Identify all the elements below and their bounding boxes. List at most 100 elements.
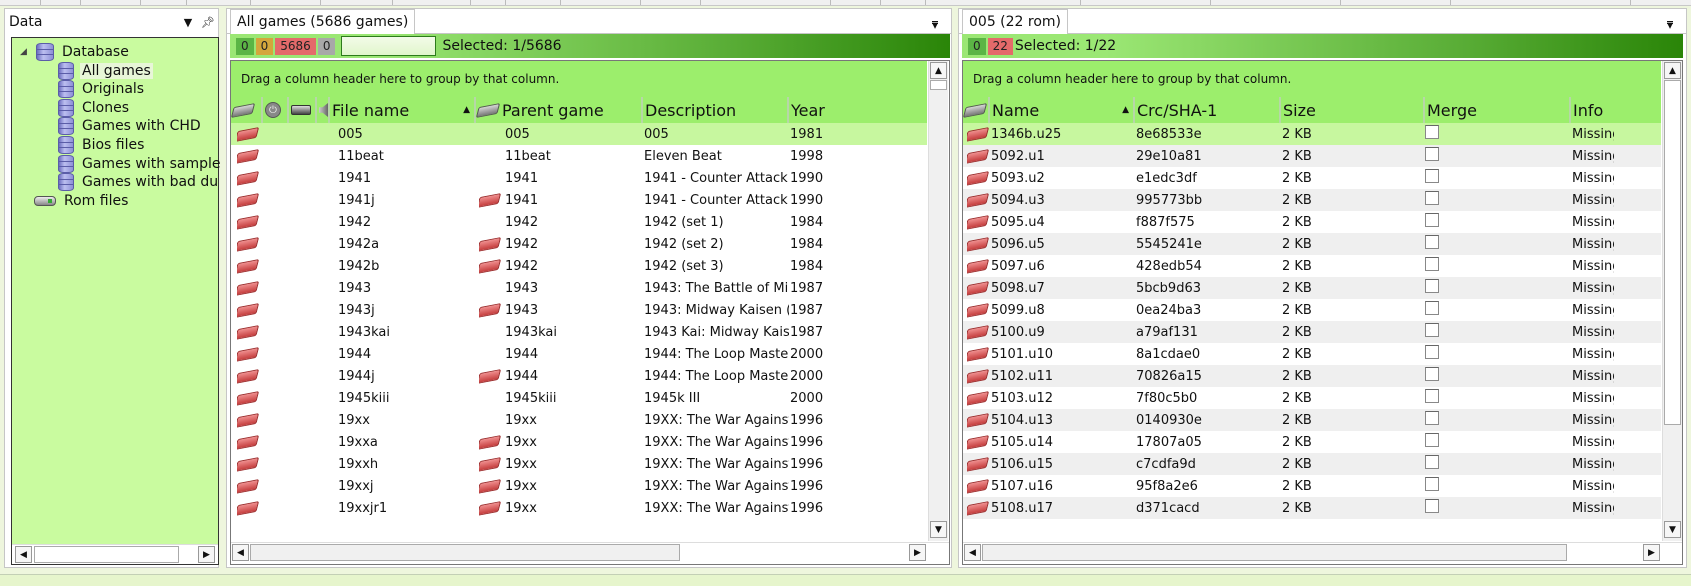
table-row[interactable]: 5094.u3 995773bb 2 KB Missing (963, 189, 1661, 211)
table-row[interactable]: 1943kai 1943kai 1943 Kai: Midway Kaise...1… (231, 321, 927, 343)
merge-checkbox[interactable] (1425, 389, 1439, 403)
column-header[interactable]: Size (1279, 97, 1423, 123)
rom-vscrollbar[interactable]: ▲ ▼ (1662, 61, 1682, 541)
count-badge[interactable]: 22 (987, 37, 1013, 55)
table-row[interactable]: 5097.u6 428edb54 2 KB Missing (963, 255, 1661, 277)
scroll-right-button[interactable]: ▶ (909, 544, 926, 561)
merge-cell[interactable] (1425, 299, 1565, 321)
table-row[interactable]: 5107.u16 95f8a2e6 2 KB Missing (963, 475, 1661, 497)
table-row[interactable]: 5105.u14 17807a05 2 KB Missing (963, 431, 1661, 453)
merge-cell[interactable] (1425, 431, 1565, 453)
merge-checkbox[interactable] (1425, 213, 1439, 227)
scroll-down-button[interactable]: ▼ (930, 521, 947, 538)
count-badge[interactable]: 0 (236, 37, 254, 55)
column-header[interactable]: Description (641, 97, 787, 123)
table-row[interactable]: 5108.u17 d371cacd 2 KB Missing (963, 497, 1661, 519)
count-badge[interactable]: 0 (968, 37, 986, 55)
merge-checkbox[interactable] (1425, 345, 1439, 359)
table-row[interactable]: 1943j 1943 1943: Midway Kaisen (J...1987 (231, 299, 927, 321)
scroll-left-button[interactable]: ◀ (232, 544, 249, 561)
count-badge[interactable]: 0 (255, 37, 274, 55)
table-row[interactable]: 1346b.u25 8e68533e 2 KB Missing (963, 123, 1661, 145)
merge-checkbox[interactable] (1425, 169, 1439, 183)
tree-node[interactable]: Games with sample (58, 154, 222, 174)
table-row[interactable]: 1941 1941 1941 - Counter Attack... 1990 (231, 167, 927, 189)
column-header[interactable]: Info (1569, 97, 1661, 123)
merge-cell[interactable] (1425, 189, 1565, 211)
table-row[interactable]: 11beat 11beat Eleven Beat 1998 (231, 145, 927, 167)
table-row[interactable]: 005 005 005 1981 (231, 123, 927, 145)
column-header[interactable]: File name ▲ (328, 97, 474, 123)
column-header[interactable]: Merge (1423, 97, 1569, 123)
table-row[interactable]: 1945kiii 1945kiii 1945k III 2000 (231, 387, 927, 409)
tree-node[interactable]: Originals (58, 79, 146, 99)
table-row[interactable]: 5100.u9 a79af131 2 KB Missing (963, 321, 1661, 343)
table-row[interactable]: 19xx 19xx 19XX: The War Against...1996 (231, 409, 927, 431)
table-row[interactable]: 5106.u15 c7cdfa9d 2 KB Missing (963, 453, 1661, 475)
merge-cell[interactable] (1425, 409, 1565, 431)
table-row[interactable]: 19xxh 19xx 19XX: The War Against...1996 (231, 453, 927, 475)
merge-checkbox[interactable] (1425, 323, 1439, 337)
table-row[interactable]: 1942b 1942 1942 (set 3) 1984 (231, 255, 927, 277)
group-by-area[interactable]: Drag a column header here to group by th… (231, 61, 927, 97)
scroll-thumb[interactable] (1664, 80, 1681, 425)
table-row[interactable]: 5104.u13 0140930e 2 KB Missing (963, 409, 1661, 431)
merge-cell[interactable] (1425, 475, 1565, 497)
merge-checkbox[interactable] (1425, 279, 1439, 293)
group-by-area[interactable]: Drag a column header here to group by th… (963, 61, 1661, 97)
column-header[interactable]: Name ▲ (988, 97, 1133, 123)
table-row[interactable]: 19xxj 19xx 19XX: The War Against...1996 (231, 475, 927, 497)
scroll-thumb[interactable] (34, 546, 179, 563)
column-header[interactable]: Parent game (474, 97, 641, 123)
merge-cell[interactable] (1425, 233, 1565, 255)
merge-checkbox[interactable] (1425, 147, 1439, 161)
expand-arrow-icon[interactable]: ◢ (20, 47, 32, 57)
merge-checkbox[interactable] (1425, 301, 1439, 315)
scroll-right-button[interactable]: ▶ (198, 546, 215, 563)
column-header[interactable] (963, 97, 988, 123)
table-row[interactable]: 5101.u10 8a1cdae0 2 KB Missing (963, 343, 1661, 365)
table-row[interactable]: 5103.u12 7f80c5b0 2 KB Missing (963, 387, 1661, 409)
merge-cell[interactable] (1425, 123, 1565, 145)
merge-checkbox[interactable] (1425, 433, 1439, 447)
scroll-left-button[interactable]: ◀ (964, 544, 981, 561)
triangle-down-icon[interactable]: ▼ (178, 16, 198, 29)
games-vscrollbar[interactable]: ▲ ▼ (928, 61, 948, 541)
table-row[interactable]: 5092.u1 29e10a81 2 KB Missing (963, 145, 1661, 167)
merge-cell[interactable] (1425, 321, 1565, 343)
merge-cell[interactable] (1425, 453, 1565, 475)
table-row[interactable]: 5102.u11 70826a15 2 KB Missing (963, 365, 1661, 387)
scroll-up-button[interactable]: ▲ (1664, 62, 1681, 79)
merge-cell[interactable] (1425, 211, 1565, 233)
tree-node[interactable]: Bios files (58, 135, 146, 155)
merge-checkbox[interactable] (1425, 367, 1439, 381)
merge-checkbox[interactable] (1425, 191, 1439, 205)
table-row[interactable]: 5095.u4 f887f575 2 KB Missing (963, 211, 1661, 233)
merge-checkbox[interactable] (1425, 235, 1439, 249)
scroll-up-button[interactable]: ▲ (930, 62, 947, 79)
table-row[interactable]: 19xxa 19xx 19XX: The War Against...1996 (231, 431, 927, 453)
merge-checkbox[interactable] (1425, 257, 1439, 271)
table-row[interactable]: 1942a 1942 1942 (set 2) 1984 (231, 233, 927, 255)
tab-rom-list[interactable]: 005 (22 rom) (962, 9, 1069, 34)
table-row[interactable]: 5093.u2 e1edc3df 2 KB Missing (963, 167, 1661, 189)
column-header[interactable] (315, 97, 328, 123)
column-header[interactable] (231, 97, 261, 123)
merge-cell[interactable] (1425, 387, 1565, 409)
column-header[interactable] (287, 97, 315, 123)
table-row[interactable]: 5096.u5 5545241e 2 KB Missing (963, 233, 1661, 255)
table-row[interactable]: 5099.u8 0ea24ba3 2 KB Missing (963, 299, 1661, 321)
table-row[interactable]: 5098.u7 5bcb9d63 2 KB Missing (963, 277, 1661, 299)
merge-cell[interactable] (1425, 277, 1565, 299)
table-row[interactable]: 1944j 1944 1944: The Loop Master... 2000 (231, 365, 927, 387)
table-row[interactable]: 1944 1944 1944: The Loop Master... 2000 (231, 343, 927, 365)
scroll-left-button[interactable]: ◀ (15, 546, 32, 563)
tree-node[interactable]: ◢ Database (20, 42, 131, 62)
table-row[interactable]: 1943 1943 1943: The Battle of Mid...1987 (231, 277, 927, 299)
rom-hscrollbar[interactable]: ◀ ▶ (963, 542, 1682, 562)
merge-cell[interactable] (1425, 145, 1565, 167)
column-header[interactable]: ⏻ (261, 97, 287, 123)
tree-node[interactable]: All games (58, 61, 153, 81)
merge-checkbox[interactable] (1425, 125, 1439, 139)
table-row[interactable]: 1941j 1941 1941 - Counter Attack... 1990 (231, 189, 927, 211)
